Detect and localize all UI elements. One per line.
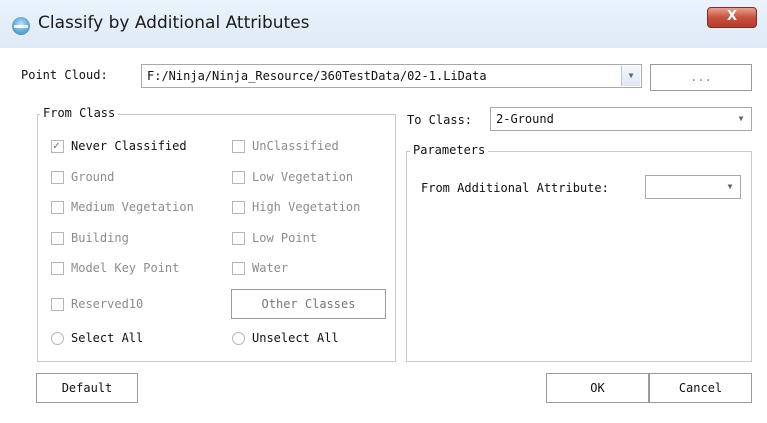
checkbox-label: Medium Vegetation — [71, 200, 194, 214]
checkbox-label: Ground — [71, 170, 115, 184]
attribute-combo[interactable]: ▼ — [645, 175, 741, 199]
app-icon — [12, 17, 30, 35]
checkbox-box[interactable] — [51, 171, 64, 184]
close-button[interactable]: X — [707, 7, 757, 28]
to-class-label: To Class: — [407, 113, 473, 127]
radio-label: Select All — [71, 331, 144, 345]
checkbox-label: Never Classified — [71, 139, 187, 153]
from-class-title: From Class — [40, 106, 119, 120]
point-cloud-value: F:/Ninja/Ninja_Resource/360TestData/02-1… — [147, 69, 487, 83]
classify-dialog: Classify by Additional Attributes X Poin… — [0, 0, 767, 423]
checkbox-label: UnClassified — [252, 139, 339, 153]
browse-button[interactable]: ... — [650, 64, 752, 91]
checkbox-box[interactable] — [232, 232, 245, 245]
window-title: Classify by Additional Attributes — [38, 13, 310, 33]
to-class-value: 2-Ground — [496, 112, 554, 126]
checkbox-box[interactable] — [232, 171, 245, 184]
radio-circle[interactable] — [51, 332, 64, 345]
checkbox-box[interactable] — [51, 201, 64, 214]
chevron-down-icon[interactable]: ▼ — [732, 109, 750, 129]
close-icon: X — [726, 9, 738, 24]
title-bar: Classify by Additional Attributes X — [0, 0, 767, 49]
checkbox-label: Reserved10 — [71, 297, 144, 311]
attribute-label: From Additional Attribute: — [421, 181, 609, 195]
default-button[interactable]: Default — [36, 373, 138, 403]
checkbox-box[interactable] — [232, 140, 245, 153]
checkbox-box[interactable] — [51, 298, 64, 311]
chevron-down-icon[interactable]: ▼ — [621, 66, 640, 86]
point-cloud-combo[interactable]: F:/Ninja/Ninja_Resource/360TestData/02-1… — [141, 64, 642, 88]
checkbox-box[interactable] — [232, 262, 245, 275]
checkbox-label: Water — [252, 261, 289, 275]
checkbox-label: Low Vegetation — [252, 170, 354, 184]
cancel-button[interactable]: Cancel — [649, 373, 752, 403]
chevron-down-icon[interactable]: ▼ — [721, 177, 739, 197]
radio-label: Unselect All — [252, 331, 339, 345]
checkbox-label: Building — [71, 231, 129, 245]
checkbox-label: High Vegetation — [252, 200, 361, 214]
checkbox-label: Low Point — [252, 231, 318, 245]
checkbox-label: Model Key Point — [71, 261, 180, 275]
checkbox-box[interactable] — [51, 232, 64, 245]
checkbox-box[interactable] — [51, 139, 64, 153]
other-classes-button[interactable]: Other Classes — [231, 289, 386, 319]
parameters-title: Parameters — [410, 143, 489, 157]
checkbox-box[interactable] — [232, 201, 245, 214]
checkbox-box[interactable] — [51, 262, 64, 275]
ok-button[interactable]: OK — [546, 373, 649, 403]
radio-circle[interactable] — [232, 332, 245, 345]
point-cloud-label: Point Cloud: — [21, 68, 108, 82]
to-class-combo[interactable]: 2-Ground ▼ — [490, 107, 752, 131]
dialog-body: Point Cloud: F:/Ninja/Ninja_Resource/360… — [0, 48, 767, 423]
